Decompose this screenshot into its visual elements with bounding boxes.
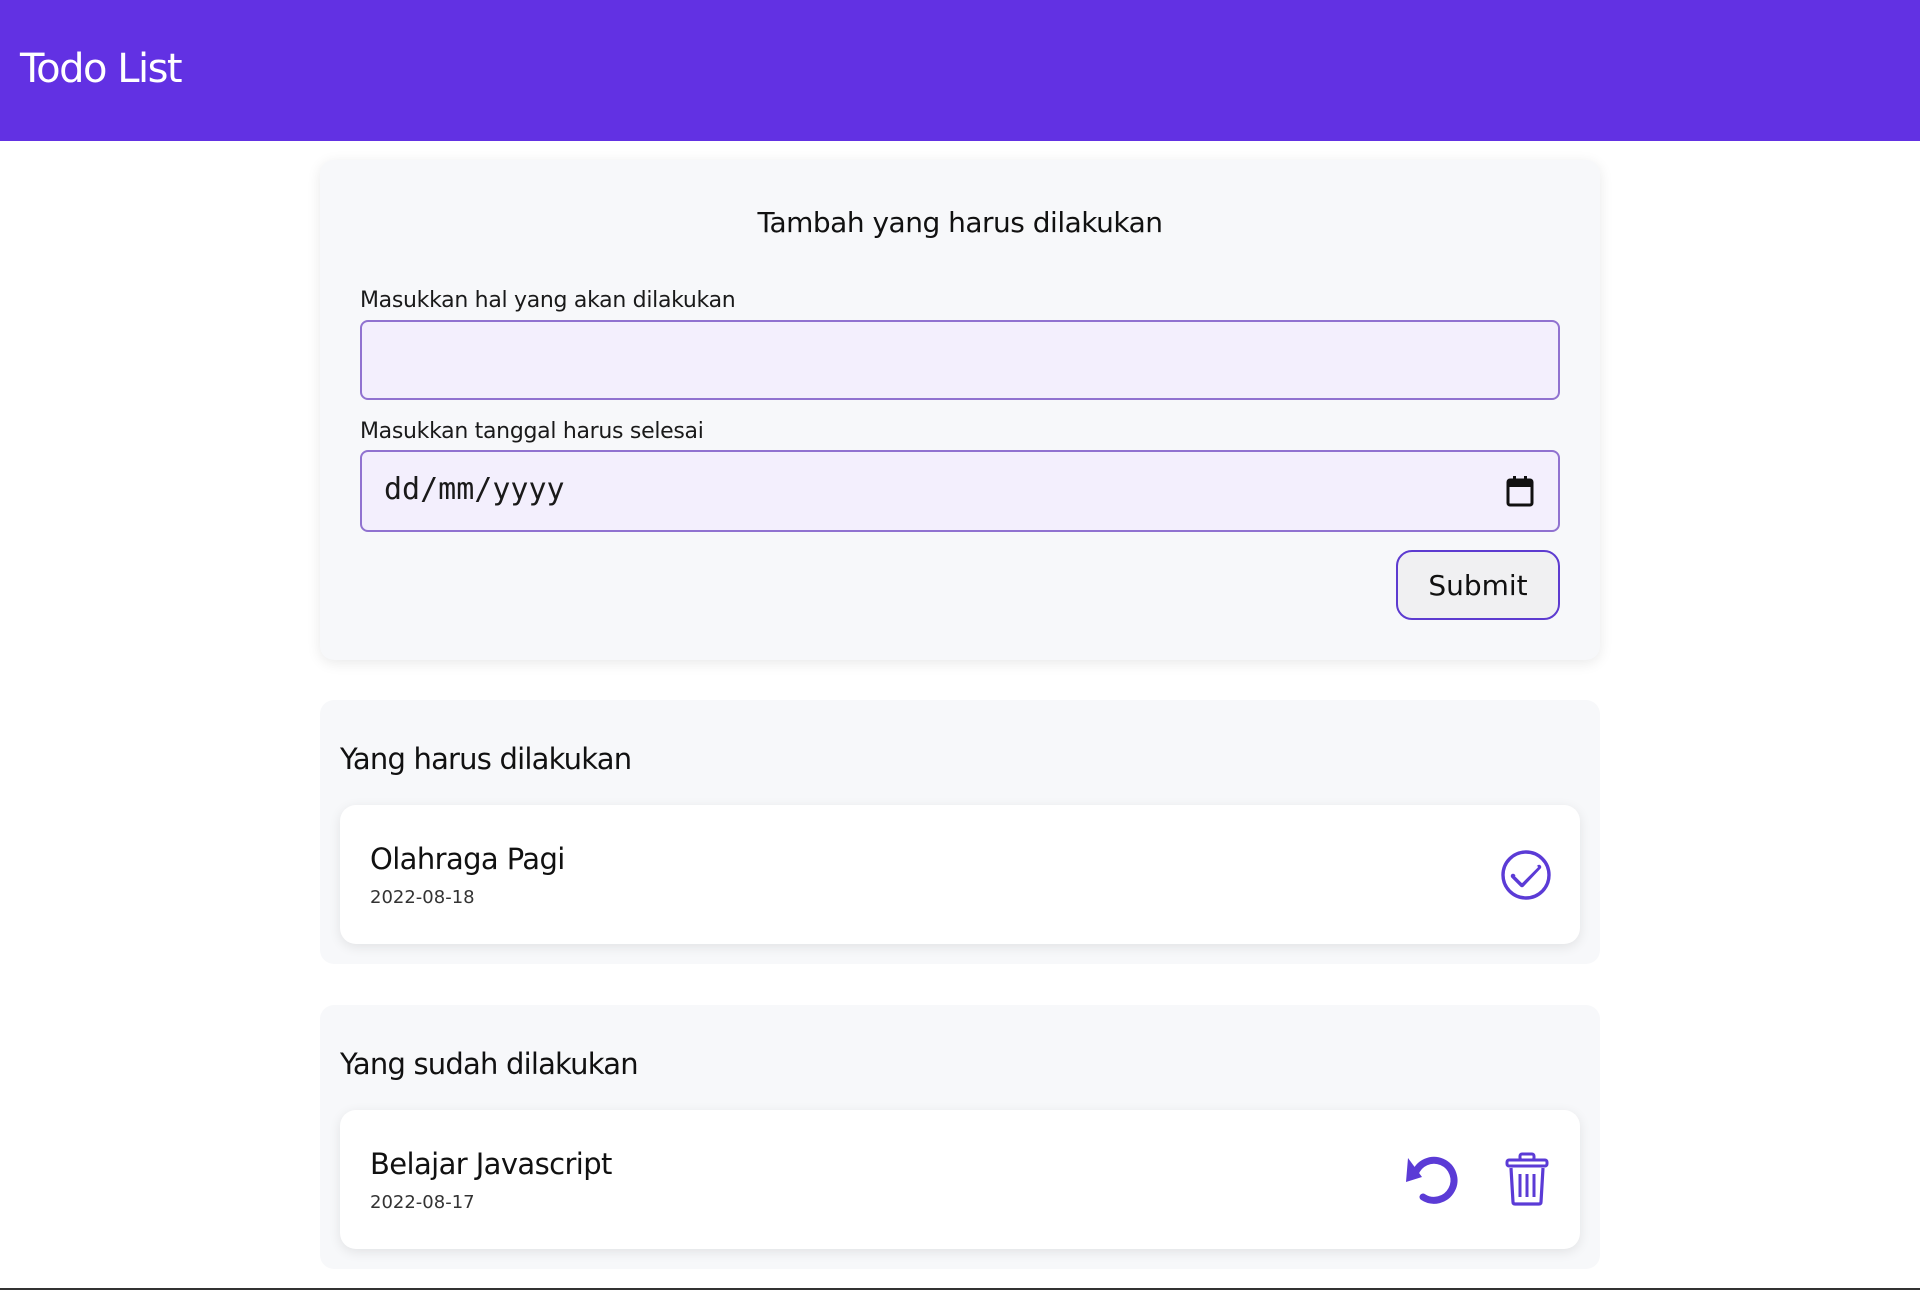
todo-item-date: 2022-08-17 — [370, 1192, 475, 1213]
title-field-label: Masukkan hal yang akan dilakukan — [360, 288, 736, 313]
title-input[interactable] — [360, 320, 1560, 400]
check-button[interactable] — [1500, 849, 1552, 901]
incomplete-section: Yang harus dilakukan Olahraga Pagi 2022-… — [320, 700, 1600, 964]
date-input[interactable]: dd/mm/yyyy — [360, 450, 1560, 532]
app-header: Todo List — [0, 0, 1920, 141]
check-circle-icon — [1501, 850, 1551, 900]
calendar-icon[interactable] — [1506, 475, 1534, 507]
todo-item: Belajar Javascript 2022-08-17 — [340, 1110, 1580, 1249]
submit-button[interactable]: Submit — [1396, 550, 1560, 620]
todo-item-title: Belajar Javascript — [370, 1147, 612, 1181]
completed-heading: Yang sudah dilakukan — [340, 1047, 639, 1081]
undo-icon — [1406, 1156, 1458, 1204]
todo-item-date: 2022-08-18 — [370, 887, 475, 908]
trash-icon — [1505, 1152, 1549, 1206]
form-heading: Tambah yang harus dilakukan — [757, 206, 1164, 239]
delete-button[interactable] — [1504, 1152, 1550, 1206]
incomplete-heading: Yang harus dilakukan — [340, 742, 632, 776]
undo-button[interactable] — [1406, 1152, 1460, 1206]
app-title: Todo List — [20, 46, 183, 92]
completed-section: Yang sudah dilakukan Belajar Javascript … — [320, 1005, 1600, 1269]
todo-item: Olahraga Pagi 2022-08-18 — [340, 805, 1580, 944]
todo-item-title: Olahraga Pagi — [370, 842, 565, 876]
input-section: Tambah yang harus dilakukan Masukkan hal… — [320, 160, 1600, 660]
date-placeholder: dd/mm/yyyy — [384, 472, 565, 507]
date-field-label: Masukkan tanggal harus selesai — [360, 419, 704, 444]
